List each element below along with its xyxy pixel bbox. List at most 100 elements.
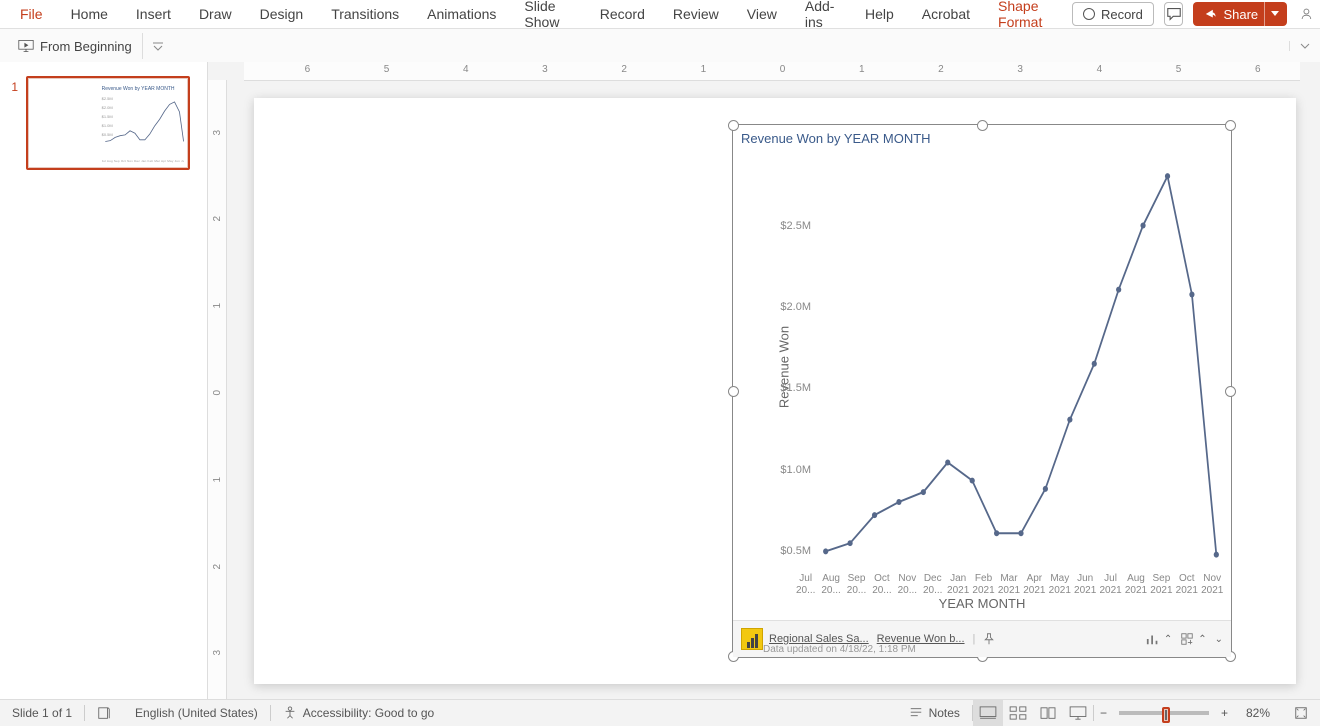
tab-slideshow[interactable]: Slide Show: [510, 0, 585, 28]
tab-animations[interactable]: Animations: [413, 0, 510, 28]
accessibility-icon: [283, 706, 297, 720]
record-button[interactable]: Record: [1072, 2, 1154, 26]
tab-view[interactable]: View: [733, 0, 791, 28]
x-tick: Sep2021: [1149, 573, 1174, 597]
resize-handle-ml[interactable]: [728, 386, 739, 397]
tab-draw[interactable]: Draw: [185, 0, 246, 28]
hruler-tick: 5: [384, 64, 390, 75]
zoom-thumb[interactable]: [1162, 707, 1170, 723]
x-tick: Jan2021: [945, 573, 970, 597]
from-beginning-label: From Beginning: [40, 39, 132, 54]
ribbon-display-options[interactable]: [1289, 41, 1320, 51]
data-updated-text: Data updated on 4/18/22, 1:18 PM: [763, 644, 916, 655]
thumbnail-pane[interactable]: 1 Revenue Won by YEAR MONTH $2.5M$2.0M$1…: [0, 62, 208, 700]
hruler-tick: 3: [542, 64, 548, 75]
resize-handle-tc[interactable]: [977, 120, 988, 131]
fit-to-window-button[interactable]: [1282, 700, 1320, 726]
resize-handle-mr[interactable]: [1225, 386, 1236, 397]
tab-shape-format[interactable]: Shape Format: [984, 0, 1072, 28]
accessibility-button[interactable]: Accessibility: Good to go: [271, 700, 446, 726]
slideshow-view-button[interactable]: [1063, 700, 1093, 726]
qat-customize[interactable]: [143, 41, 173, 51]
notes-label: Notes: [929, 706, 960, 720]
present-in-teams-icon[interactable]: [1299, 3, 1314, 25]
tab-help[interactable]: Help: [851, 0, 908, 28]
normal-view-button[interactable]: [973, 700, 1003, 726]
tab-design[interactable]: Design: [246, 0, 318, 28]
share-button[interactable]: Share: [1193, 2, 1287, 26]
zoom-out-button[interactable]: −: [1094, 700, 1113, 726]
workspace: 1 Revenue Won by YEAR MONTH $2.5M$2.0M$1…: [0, 62, 1320, 700]
x-tick: Jun2021: [1072, 573, 1097, 597]
reading-view-button[interactable]: [1033, 700, 1063, 726]
chart-title: Revenue Won by YEAR MONTH: [741, 131, 931, 146]
more-options-button[interactable]: ⌄: [1215, 634, 1223, 645]
separator: |: [973, 633, 976, 645]
filter-button[interactable]: ⌃: [1180, 632, 1206, 646]
zoom-slider[interactable]: [1119, 711, 1209, 715]
tab-insert[interactable]: Insert: [122, 0, 185, 28]
zoom-level[interactable]: 82%: [1234, 700, 1282, 726]
vruler-tick: 3: [212, 650, 223, 656]
chevron-up-icon: ⌃: [1198, 634, 1206, 645]
x-tick: Mar2021: [996, 573, 1021, 597]
y-axis-title: Revenue Won: [777, 326, 792, 408]
from-beginning-button[interactable]: From Beginning: [8, 33, 143, 59]
y-tick: $1.5M: [780, 382, 811, 394]
slide-edit-area[interactable]: 6 5 4 3 2 1 0 1 2 3 4 5 6 3 2 1 0 1 2 3: [208, 62, 1320, 700]
hruler-tick: 5: [1176, 64, 1182, 75]
x-tick: Jul2021: [1098, 573, 1123, 597]
record-icon: [1083, 8, 1095, 20]
record-label: Record: [1101, 7, 1143, 22]
book-icon: [97, 706, 111, 720]
slide-canvas[interactable]: Revenue Won by YEAR MONTH Revenue Won $0…: [254, 98, 1296, 684]
resize-handle-tl[interactable]: [728, 120, 739, 131]
hruler-tick: 4: [1097, 64, 1103, 75]
x-tick: Aug20...: [818, 573, 843, 597]
chart-object[interactable]: Revenue Won by YEAR MONTH Revenue Won $0…: [732, 124, 1232, 658]
zoom-in-button[interactable]: +: [1215, 700, 1234, 726]
mini-chart-title: Revenue Won by YEAR MONTH: [102, 86, 175, 92]
chevron-up-icon: ⌃: [1164, 634, 1172, 645]
vruler-tick: 1: [212, 477, 223, 483]
tab-review[interactable]: Review: [659, 0, 733, 28]
hruler-tick: 3: [1017, 64, 1023, 75]
x-tick: Oct2021: [1174, 573, 1199, 597]
tab-addins[interactable]: Add-ins: [791, 0, 851, 28]
hruler-tick: 2: [938, 64, 944, 75]
spellcheck-button[interactable]: [85, 700, 123, 726]
slide-indicator[interactable]: Slide 1 of 1: [0, 700, 84, 726]
ribbon-tabs: File Home Insert Draw Design Transitions…: [0, 0, 1320, 29]
thumbnail-row: 1 Revenue Won by YEAR MONTH $2.5M$2.0M$1…: [0, 76, 207, 170]
vruler-tick: 2: [212, 564, 223, 570]
language-button[interactable]: English (United States): [123, 700, 270, 726]
share-caret[interactable]: [1264, 2, 1279, 26]
slide-thumbnail-1[interactable]: Revenue Won by YEAR MONTH $2.5M$2.0M$1.5…: [26, 76, 190, 170]
chart-type-button[interactable]: ⌃: [1146, 632, 1172, 646]
vruler-tick: 0: [212, 390, 223, 396]
vertical-ruler[interactable]: 3 2 1 0 1 2 3: [208, 80, 227, 700]
vruler-tick: 1: [212, 303, 223, 309]
comment-icon: [1166, 7, 1182, 21]
vruler-tick: 3: [212, 130, 223, 136]
tab-acrobat[interactable]: Acrobat: [908, 0, 984, 28]
hruler-tick: 2: [621, 64, 627, 75]
tab-home[interactable]: Home: [57, 0, 122, 28]
x-tick: Oct20...: [869, 573, 894, 597]
slideshow-icon: [1069, 706, 1087, 720]
notes-button[interactable]: Notes: [897, 700, 972, 726]
presentation-icon: [18, 39, 34, 53]
accessibility-label: Accessibility: Good to go: [303, 706, 434, 720]
share-label: Share: [1223, 7, 1258, 22]
tab-file[interactable]: File: [6, 0, 57, 28]
comments-button[interactable]: [1164, 2, 1184, 26]
tab-transitions[interactable]: Transitions: [317, 0, 413, 28]
reading-icon: [1039, 706, 1057, 720]
slide-sorter-button[interactable]: [1003, 700, 1033, 726]
y-tick: $1.0M: [780, 464, 811, 476]
tab-record[interactable]: Record: [586, 0, 659, 28]
status-bar: Slide 1 of 1 English (United States) Acc…: [0, 699, 1320, 726]
horizontal-ruler[interactable]: 6 5 4 3 2 1 0 1 2 3 4 5 6: [244, 62, 1300, 81]
resize-handle-tr[interactable]: [1225, 120, 1236, 131]
pin-icon[interactable]: [983, 633, 995, 645]
